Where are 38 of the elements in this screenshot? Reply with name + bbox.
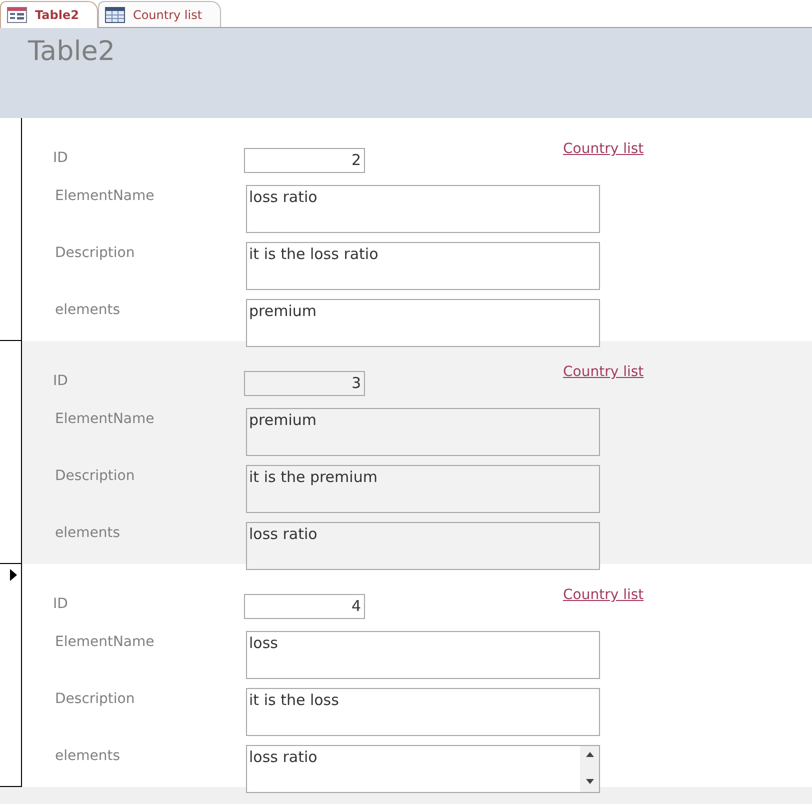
record-selector[interactable] (0, 118, 22, 341)
record-selector[interactable] (0, 564, 22, 787)
id-field[interactable]: 3 (244, 371, 365, 396)
text-field[interactable]: premium (246, 299, 600, 347)
field-label: ID (53, 372, 69, 389)
field-label: Description (55, 244, 136, 261)
scroll-up-icon[interactable] (586, 752, 594, 757)
text-field[interactable]: loss ratio (246, 745, 600, 793)
field-label: ElementName (55, 187, 156, 204)
text-field[interactable]: loss ratio (246, 185, 600, 233)
text-field[interactable]: loss (246, 631, 600, 679)
scroll-down-icon[interactable] (586, 779, 594, 784)
document-tab[interactable]: Country list (98, 1, 222, 27)
field-label: ElementName (55, 633, 156, 650)
country-list-link[interactable]: Country list (563, 587, 644, 603)
field-label: elements (55, 747, 122, 764)
id-field[interactable]: 2 (244, 148, 365, 173)
form-icon (7, 7, 27, 23)
text-field[interactable]: it is the loss ratio (246, 242, 600, 290)
field-label: ID (53, 149, 69, 166)
scrollbar[interactable] (580, 746, 599, 792)
country-list-link[interactable]: Country list (563, 364, 644, 380)
text-field[interactable]: premium (246, 408, 600, 456)
field-label: Description (55, 690, 136, 707)
field-label: ElementName (55, 410, 156, 427)
field-label: ID (53, 595, 69, 612)
form-title: Table2 (28, 36, 116, 67)
text-field[interactable]: it is the premium (246, 465, 600, 513)
text-field[interactable]: it is the loss (246, 688, 600, 736)
text-field[interactable]: loss ratio (246, 522, 600, 570)
field-label: Description (55, 467, 136, 484)
record-selector[interactable] (0, 341, 22, 564)
field-label: elements (55, 301, 122, 318)
table-icon (104, 6, 125, 22)
id-field[interactable]: 4 (244, 594, 365, 619)
field-label: elements (55, 524, 122, 541)
document-tab[interactable]: Table2 (0, 1, 98, 28)
country-list-link[interactable]: Country list (563, 141, 644, 157)
